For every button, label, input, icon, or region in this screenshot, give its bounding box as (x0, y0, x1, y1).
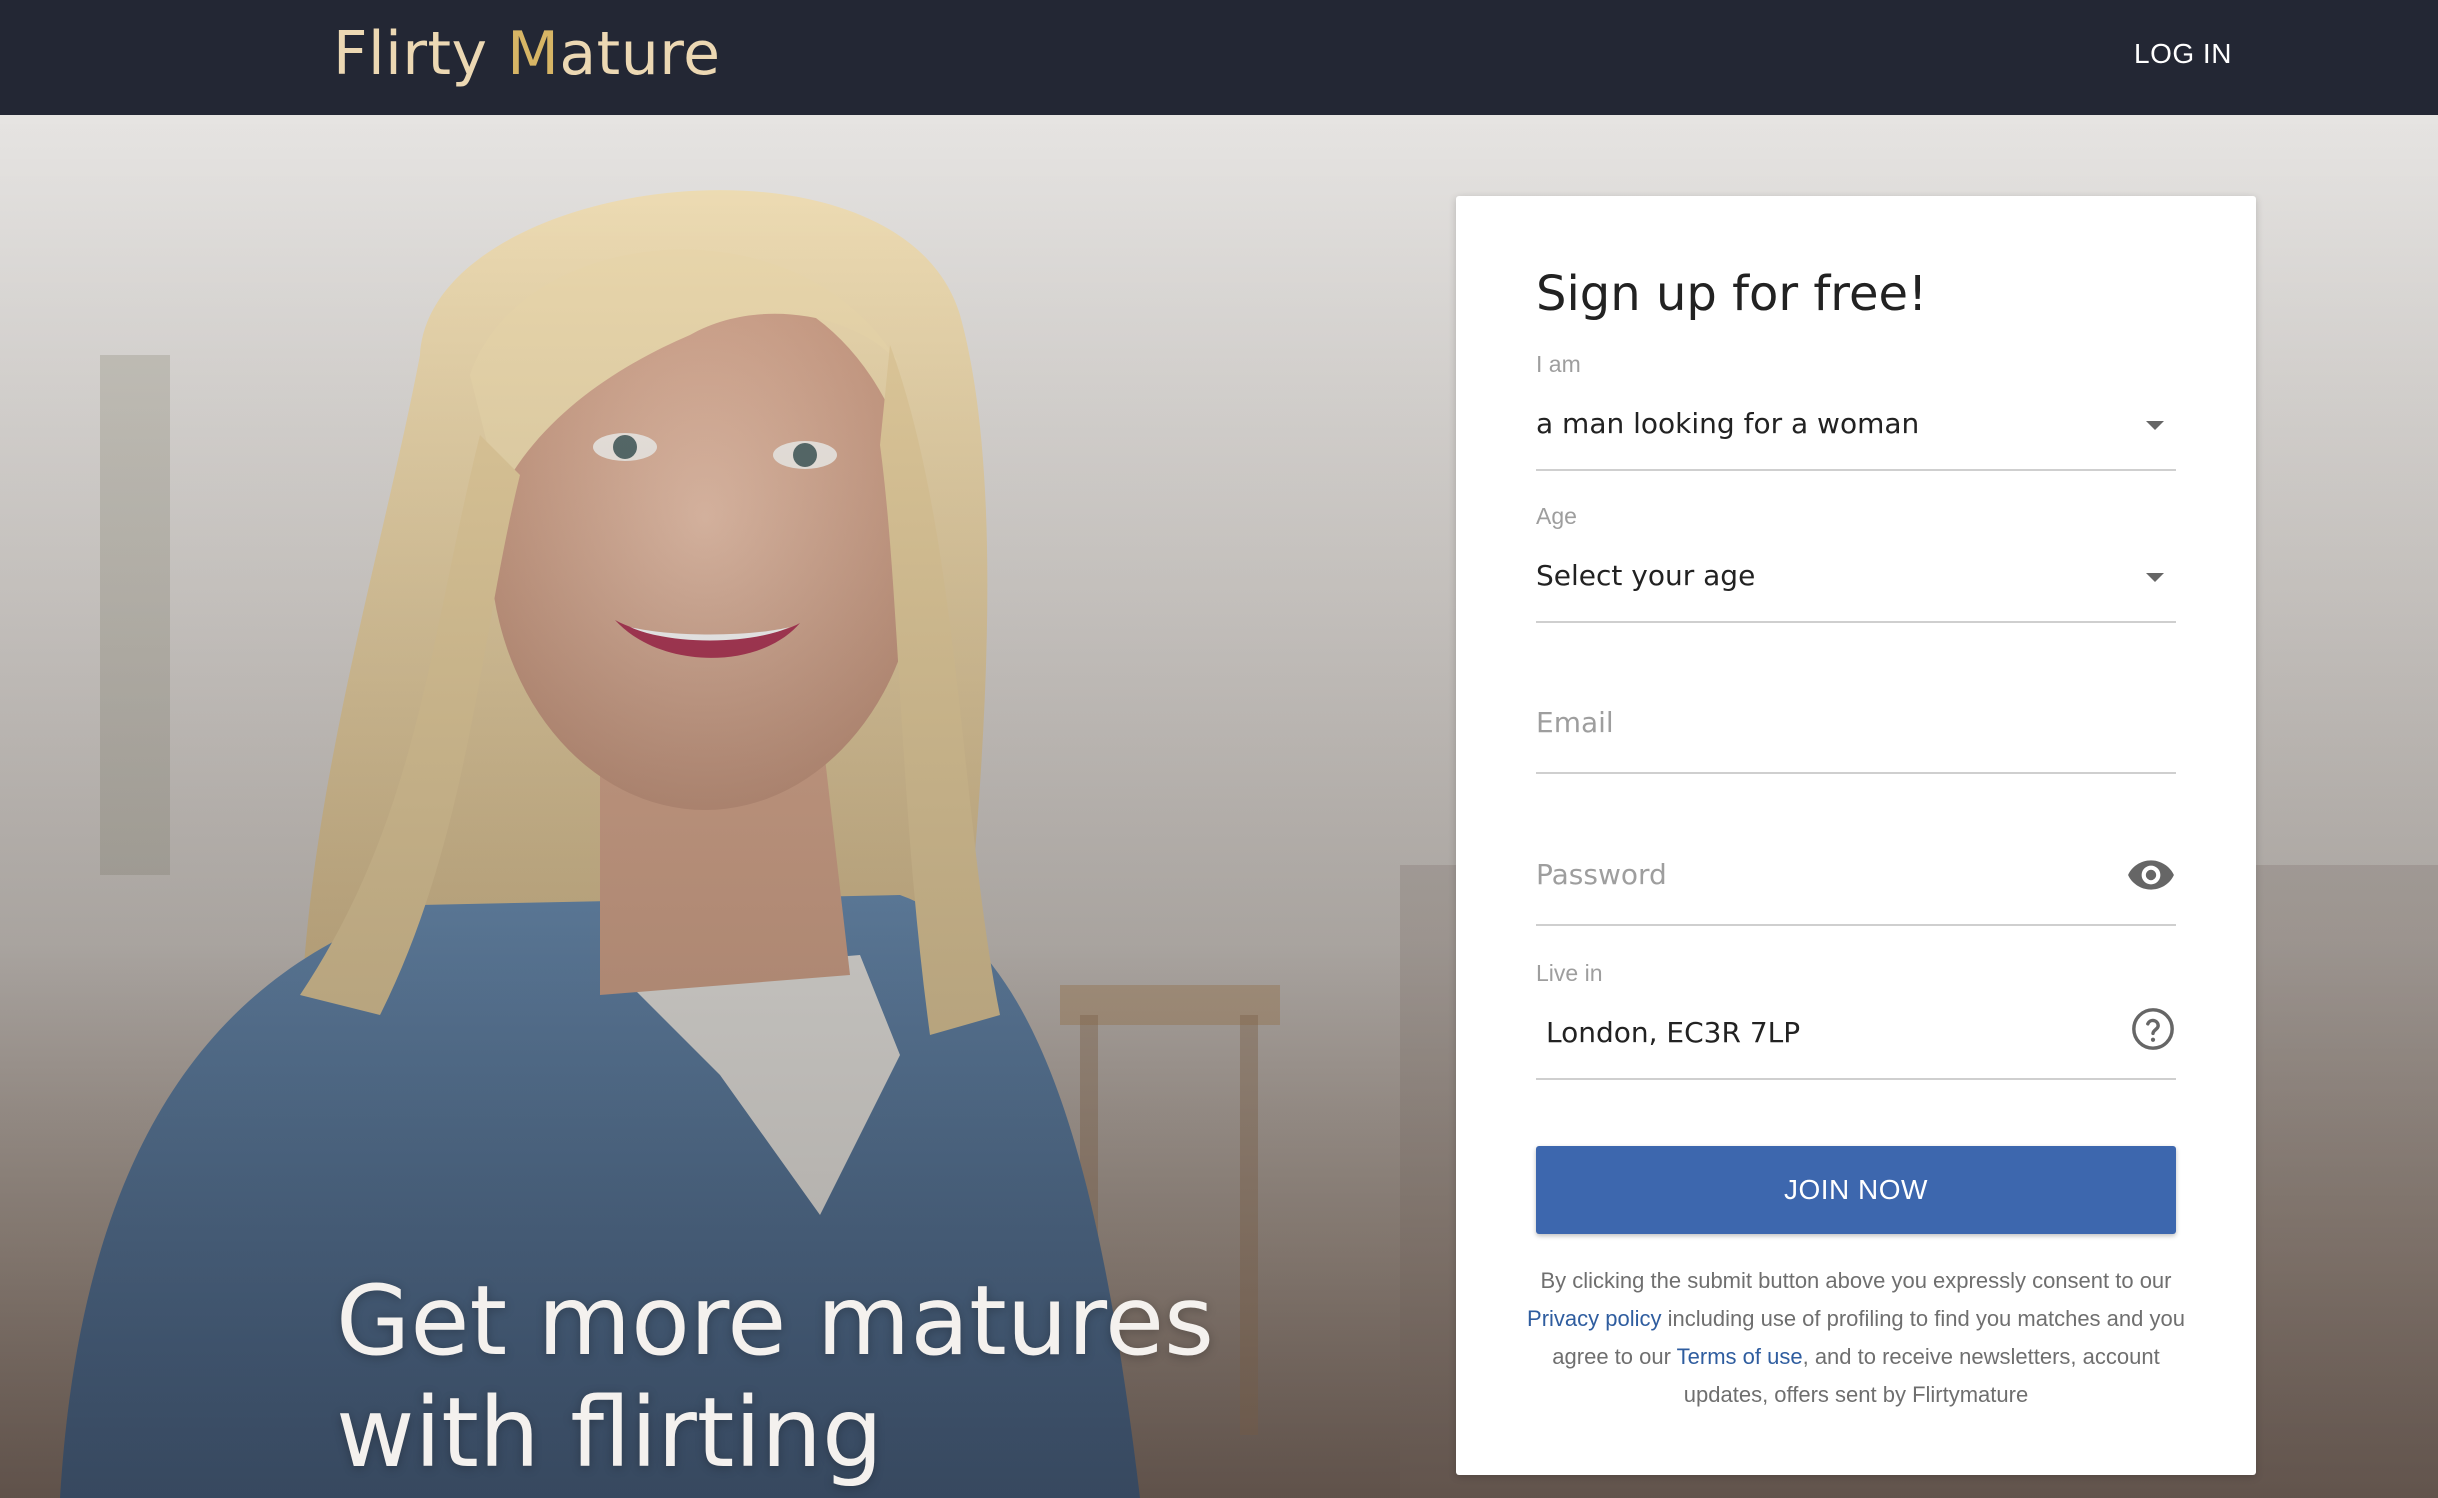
email-field[interactable]: Email (1536, 706, 2176, 776)
gender-preference-select[interactable]: I am a man looking for a woman (1536, 351, 2176, 471)
logo-text-accent: M (507, 19, 560, 89)
logo-text-part2: ature (559, 19, 721, 89)
hero-headline: Get more matures with flirting (336, 1265, 1214, 1489)
signup-title: Sign up for free! (1536, 266, 1928, 322)
age-label: Age (1536, 503, 1577, 529)
field-underline (1536, 924, 2176, 926)
help-icon[interactable] (2130, 1006, 2176, 1052)
age-select[interactable]: Age Select your age (1536, 503, 2176, 623)
location-field[interactable]: Live in London, EC3R 7LP (1536, 960, 2176, 1080)
legal-consent-text: By clicking the submit button above you … (1526, 1262, 2186, 1414)
password-field[interactable]: Password (1536, 858, 2176, 928)
gender-preference-label: I am (1536, 351, 1581, 377)
top-navigation-bar: Flirty Mature LOG IN (0, 0, 2438, 115)
chevron-down-icon (2146, 421, 2164, 430)
join-now-button[interactable]: JOIN NOW (1536, 1146, 2176, 1234)
chevron-down-icon (2146, 573, 2164, 582)
field-underline (1536, 469, 2176, 471)
legal-text-pre: By clicking the submit button above you … (1540, 1268, 2172, 1293)
privacy-policy-link[interactable]: Privacy policy (1527, 1306, 1661, 1331)
location-value: London, EC3R 7LP (1546, 1016, 1801, 1049)
signup-card: Sign up for free! I am a man looking for… (1456, 196, 2256, 1475)
age-value: Select your age (1536, 559, 1756, 592)
email-placeholder: Email (1536, 706, 1614, 739)
headline-line-2: with flirting (336, 1377, 883, 1489)
field-underline (1536, 1078, 2176, 1080)
headline-line-1: Get more matures (336, 1265, 1215, 1377)
location-label: Live in (1536, 960, 1603, 986)
eye-icon[interactable] (2126, 850, 2176, 900)
gender-preference-value: a man looking for a woman (1536, 407, 1920, 440)
password-placeholder: Password (1536, 858, 1667, 891)
field-underline (1536, 772, 2176, 774)
logo-text-part1: Flirty (333, 19, 508, 89)
login-link[interactable]: LOG IN (2134, 38, 2232, 70)
site-logo[interactable]: Flirty Mature (333, 14, 721, 94)
terms-of-use-link[interactable]: Terms of use (1677, 1344, 1803, 1369)
field-underline (1536, 621, 2176, 623)
